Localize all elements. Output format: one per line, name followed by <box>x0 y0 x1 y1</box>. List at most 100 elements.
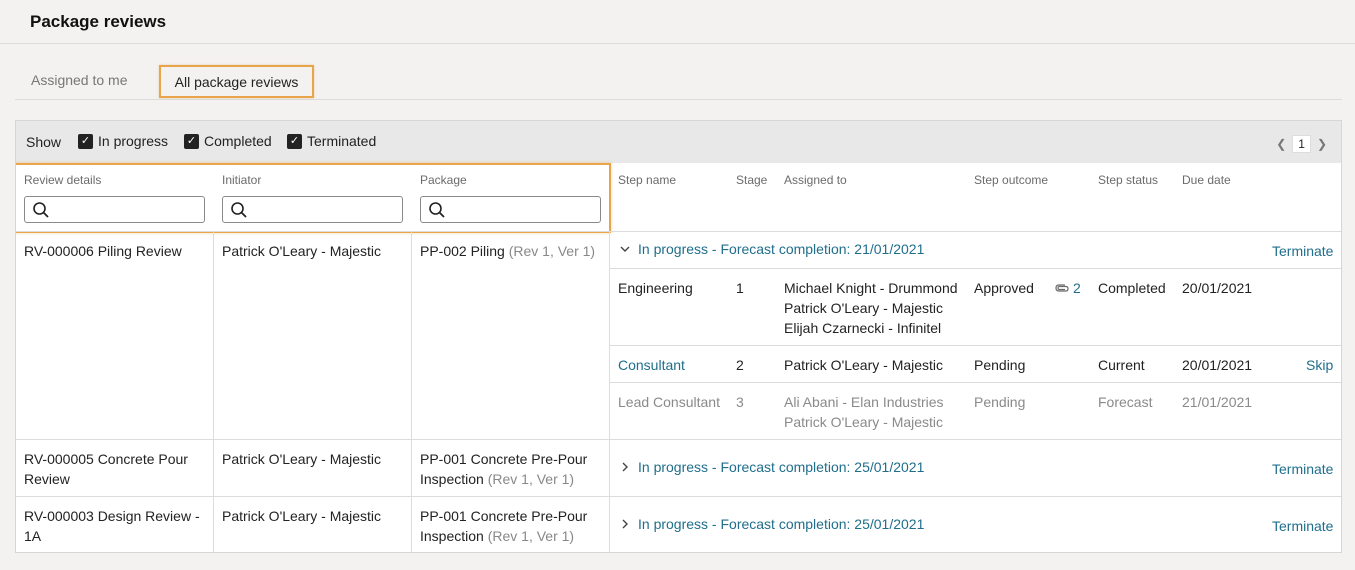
paperclip-icon <box>1055 284 1069 292</box>
filter-terminated-checkbox[interactable]: ✓ Terminated <box>287 133 376 149</box>
show-label: Show <box>26 134 62 150</box>
tab-all-label: All package reviews <box>174 73 299 90</box>
filter-completed-checkbox[interactable]: ✓ Completed <box>184 133 272 149</box>
skip-button[interactable]: Skip <box>1306 355 1333 375</box>
package-name-cont: Inspection <box>420 471 484 487</box>
review-details[interactable]: RV-000005 Concrete Pour Review <box>24 449 188 489</box>
chevron-right-icon[interactable]: ❯ <box>1317 137 1327 151</box>
filter-in-progress-label: In progress <box>98 133 169 149</box>
review-details-line: 1A <box>24 528 42 544</box>
review-status-toggle[interactable]: In progress - Forecast completion: 21/01… <box>620 241 924 257</box>
review-status-line: In progress - Forecast completion: 21/01… <box>638 241 925 257</box>
row-divider <box>609 382 1341 383</box>
step-name: Lead Consultant <box>618 394 720 410</box>
page-number[interactable]: 1 <box>1292 135 1311 153</box>
package-name: PP-002 Piling <box>420 243 505 259</box>
chevron-left-icon[interactable]: ❮ <box>1276 137 1286 151</box>
page-header: Package reviews <box>0 0 1355 44</box>
col-due-date: Due date <box>1182 173 1231 187</box>
step-assigned-to: Michael Knight - Drummond Patrick O'Lear… <box>784 278 958 338</box>
package-name: PP-001 Concrete Pre-Pour <box>420 451 588 467</box>
row-divider <box>16 439 1341 440</box>
review-details-line: RV-000003 Design Review - <box>24 508 200 524</box>
checkmark-icon: ✓ <box>287 133 302 149</box>
attachments-link[interactable]: 2 <box>1054 278 1081 298</box>
review-status-toggle[interactable]: In progress - Forecast completion: 25/01… <box>620 516 924 532</box>
assignee: Patrick O'Leary - Majestic <box>784 414 944 430</box>
package-revision: (Rev 1, Ver 1) <box>487 471 575 487</box>
checkmark-icon: ✓ <box>78 133 93 149</box>
col-assigned-to: Assigned to <box>784 173 847 187</box>
header-divider <box>16 231 1341 232</box>
review-details-search[interactable] <box>24 196 205 223</box>
filter-bar: Show ✓ In progress ✓ Completed ✓ Termina… <box>16 121 1341 163</box>
col-divider <box>411 231 412 552</box>
step-assigned-to: Patrick O'Leary - Majestic <box>784 357 944 373</box>
package-revision: (Rev 1, Ver 1) <box>508 243 596 259</box>
search-icon <box>429 202 445 218</box>
review-status-line: In progress - Forecast completion: 25/01… <box>638 516 925 532</box>
step-outcome: Approved <box>974 280 1034 296</box>
step-status: Completed <box>1098 280 1166 296</box>
review-details-search-input[interactable] <box>53 199 193 220</box>
assignee: Elijah Czarnecki - Infinitel <box>784 320 942 336</box>
terminate-button[interactable]: Terminate <box>1272 516 1333 536</box>
review-details-line: RV-000005 Concrete Pour <box>24 451 188 467</box>
package-revision: (Rev 1, Ver 1) <box>487 528 575 544</box>
assignee: Ali Abani - Elan Industries <box>784 394 944 410</box>
review-initiator: Patrick O'Leary - Majestic <box>222 508 382 524</box>
review-initiator: Patrick O'Leary - Majestic <box>222 451 382 467</box>
review-package: PP-001 Concrete Pre-Pour Inspection (Rev… <box>420 506 587 546</box>
col-review-details: Review details <box>24 173 102 187</box>
step-name: Engineering <box>618 280 693 296</box>
step-stage: 2 <box>736 357 744 373</box>
package-name: PP-001 Concrete Pre-Pour <box>420 508 588 524</box>
review-status-toggle[interactable]: In progress - Forecast completion: 25/01… <box>620 459 924 475</box>
filter-terminated-label: Terminated <box>307 133 377 149</box>
row-divider <box>16 496 1341 497</box>
initiator-search-input[interactable] <box>251 199 391 220</box>
tab-all-package-reviews[interactable]: All package reviews <box>159 65 314 98</box>
review-package: PP-002 Piling (Rev 1, Ver 1) <box>420 241 595 261</box>
review-package: PP-001 Concrete Pre-Pour Inspection (Rev… <box>420 449 587 489</box>
row-divider <box>609 268 1341 269</box>
col-package: Package <box>420 173 467 187</box>
attachments-count: 2 <box>1073 280 1081 296</box>
terminate-button[interactable]: Terminate <box>1272 241 1333 261</box>
tab-assigned-to-me[interactable]: Assigned to me <box>31 72 128 88</box>
step-assigned-to: Ali Abani - Elan Industries Patrick O'Le… <box>784 392 944 432</box>
chevron-down-icon <box>620 246 630 252</box>
step-name-link[interactable]: Consultant <box>618 355 685 375</box>
col-divider <box>609 231 610 552</box>
package-search-input[interactable] <box>449 199 589 220</box>
filter-completed-label: Completed <box>204 133 272 149</box>
step-status: Current <box>1098 357 1145 373</box>
search-icon <box>33 202 49 218</box>
review-details[interactable]: RV-000006 Piling Review <box>24 241 182 261</box>
review-status-line: In progress - Forecast completion: 25/01… <box>638 459 925 475</box>
assignee: Michael Knight - Drummond <box>784 280 958 296</box>
review-details-line: Review <box>24 471 70 487</box>
package-search[interactable] <box>420 196 601 223</box>
row-divider <box>609 345 1341 346</box>
review-details[interactable]: RV-000003 Design Review - 1A <box>24 506 200 546</box>
step-due-date: 20/01/2021 <box>1182 280 1253 296</box>
step-status: Forecast <box>1098 394 1153 410</box>
package-name-cont: Inspection <box>420 528 484 544</box>
pagination: ❮ 1 ❯ <box>1276 135 1327 153</box>
step-outcome: Pending <box>974 357 1026 373</box>
assignee: Patrick O'Leary - Majestic <box>784 300 944 316</box>
filter-in-progress-checkbox[interactable]: ✓ In progress <box>78 133 168 149</box>
step-stage: 1 <box>736 280 744 296</box>
search-icon <box>231 202 247 218</box>
chevron-right-icon <box>622 462 628 472</box>
review-initiator: Patrick O'Leary - Majestic <box>222 243 382 259</box>
initiator-search[interactable] <box>222 196 403 223</box>
col-divider <box>213 231 214 552</box>
chevron-right-icon <box>622 519 628 529</box>
terminate-button[interactable]: Terminate <box>1272 459 1333 479</box>
col-initiator: Initiator <box>222 173 262 187</box>
step-stage: 3 <box>736 394 744 410</box>
col-stage: Stage <box>736 173 768 187</box>
col-step-name: Step name <box>618 173 677 187</box>
